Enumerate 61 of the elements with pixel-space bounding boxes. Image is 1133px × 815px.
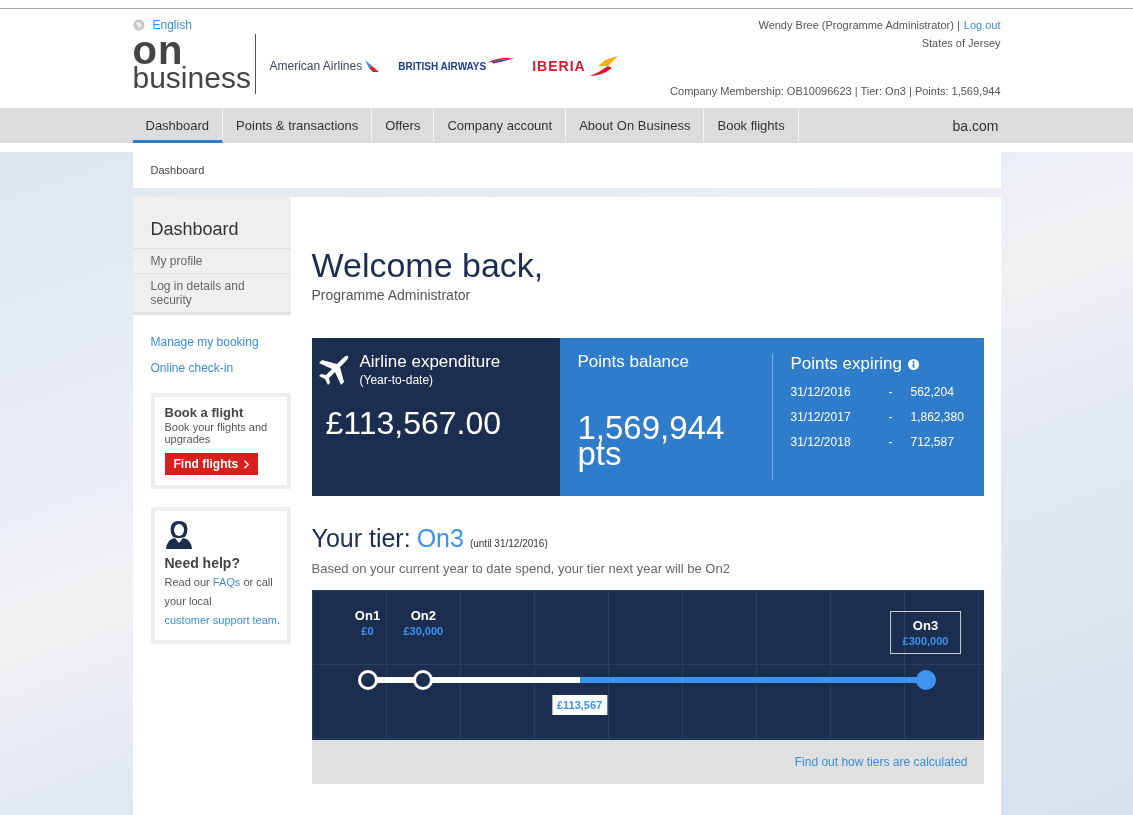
logout-link[interactable]: Log out: [963, 19, 1001, 31]
tier-note: Based on your current year to date spend, your tier next year will be On2: [311, 561, 731, 576]
airline-logo: BRITISH AIRWAYS: [398, 60, 515, 72]
tier-name: On3: [416, 524, 464, 553]
dash-text: -: [887, 435, 894, 449]
info-icon[interactable]: [908, 358, 919, 370]
welcome-heading: Welcome back,: [311, 245, 545, 285]
sidebar-item[interactable]: My profile: [132, 248, 291, 273]
nav-tab[interactable]: About On Business: [566, 108, 705, 143]
expiry-date: 31/12/2018: [790, 435, 852, 449]
breadcrumb-item[interactable]: Dashboard: [150, 164, 205, 176]
nav-tab[interactable]: Dashboard: [132, 108, 224, 143]
sidebar-item[interactable]: Log in details and security: [132, 273, 291, 312]
ba-link[interactable]: ba.com: [798, 108, 1001, 143]
support-agent-icon: [164, 519, 193, 549]
expiry-points: 1,862,380: [910, 410, 964, 424]
panel-title: Points balance: [577, 352, 691, 372]
milestone-amount: £0: [360, 625, 375, 637]
user-name: Wendy Bree (Programme Administrator) |: [758, 19, 960, 31]
help-text: Read our FAQs or call your local customer support team.: [164, 575, 281, 628]
expiry-points: 562,204: [910, 385, 954, 399]
panel-subtitle: (Year-to-date): [359, 373, 435, 387]
dash-text: -: [887, 385, 894, 399]
expiry-date: 31/12/2017: [790, 410, 852, 424]
support-link[interactable]: customer support team.: [164, 614, 281, 626]
sidebar-link[interactable]: Online check-in: [132, 361, 291, 375]
location-text: States of Jersey: [921, 37, 1001, 49]
card-title: Need help?: [164, 555, 240, 571]
language-link[interactable]: English: [152, 18, 192, 32]
card-text: Book your flights and upgrades: [164, 421, 269, 445]
tier-until: (until 31/12/2016): [469, 538, 548, 549]
expiry-points: 712,587: [910, 435, 954, 449]
expenditure-amount: £113,567.00: [325, 405, 503, 442]
card-title: Book a flight: [164, 405, 244, 420]
airline-logo: IBERIA: [532, 56, 618, 76]
panel-title: Airline expenditure: [359, 352, 501, 372]
milestone-amount: £30,000: [403, 625, 444, 637]
find-flights-button[interactable]: Find flights: [164, 453, 259, 475]
airline-logo: American Airlines: [269, 59, 381, 73]
sidebar-title[interactable]: Dashboard: [132, 219, 291, 248]
tier-label: Your tier:: [311, 524, 411, 553]
sidebar-link[interactable]: Manage my booking: [132, 335, 291, 349]
milestone-amount: £300,000: [902, 635, 949, 647]
nav-tab[interactable]: Offers: [372, 108, 435, 143]
dash-text: -: [887, 410, 894, 424]
nav-tab[interactable]: Company account: [434, 108, 567, 143]
membership-info: Company Membership: OB10096623 | Tier: On3 | Points: 1,569,944: [670, 85, 1001, 97]
chevron-icon: [243, 459, 250, 469]
plane-icon: [317, 354, 350, 386]
current-spend-label: £113,567: [551, 695, 608, 715]
nav-tab[interactable]: Book flights: [704, 108, 799, 143]
globe-icon: [132, 19, 145, 31]
panel-title: Points expiring: [790, 354, 902, 374]
milestone-name: On3: [911, 618, 940, 633]
milestone-name: On1: [354, 608, 381, 623]
faqs-link[interactable]: FAQs: [212, 576, 241, 588]
on-business-logo[interactable]: on business: [132, 34, 256, 94]
nav-tab[interactable]: Points & transactions: [223, 108, 373, 143]
milestone-name: On2: [409, 608, 437, 623]
role-text: Programme Administrator: [311, 287, 472, 303]
expiry-date: 31/12/2016: [790, 385, 852, 399]
